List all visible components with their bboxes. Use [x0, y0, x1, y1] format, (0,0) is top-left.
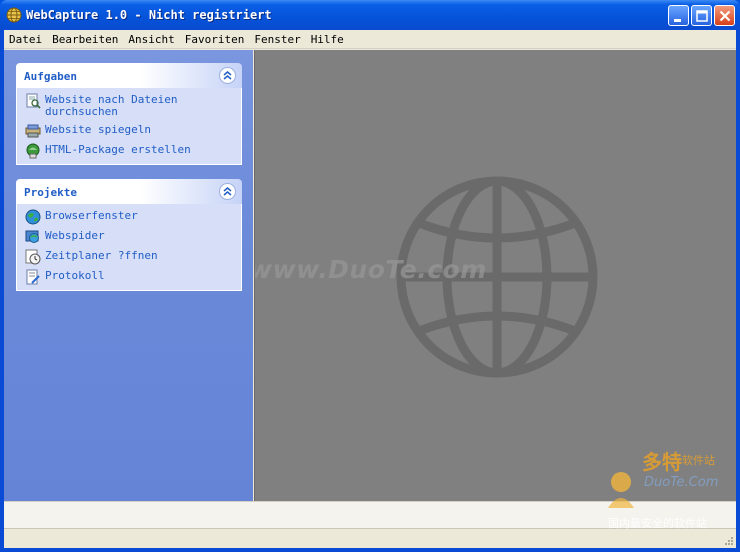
collapse-chevron-icon[interactable] [219, 183, 236, 200]
logo-name-en: DuoTe.Com [644, 475, 719, 490]
close-button[interactable] [714, 5, 735, 26]
logo-name-cn: 多特 [642, 450, 682, 474]
project-label: Webspider [45, 229, 105, 242]
logo-sub-cn: 软件站 [682, 454, 715, 467]
globe-app-icon [6, 7, 22, 23]
projects-panel-body: Browserfenster Webspider Zeitplaner ?ffn… [16, 204, 242, 291]
project-browserfenster[interactable]: Browserfenster [25, 209, 235, 225]
menu-datei[interactable]: Datei [4, 30, 47, 49]
tasks-panel-header[interactable]: Aufgaben [16, 63, 242, 88]
tasks-panel-body: Website nach Dateien durchsuchen Website… [16, 88, 242, 165]
menu-hilfe[interactable]: Hilfe [306, 30, 349, 49]
search-document-icon [26, 93, 41, 109]
task-label: Website nach Dateien durchsuchen [45, 93, 178, 118]
projects-panel-header[interactable]: Projekte [16, 179, 242, 204]
collapse-chevron-icon[interactable] [219, 67, 236, 84]
projects-panel-title: Projekte [24, 186, 77, 199]
title-bar[interactable]: WebCapture 1.0 - Nicht registriert [0, 0, 740, 30]
main-content-area[interactable]: www.DuoTe.com [254, 50, 736, 501]
project-label: Browserfenster [45, 209, 138, 222]
menu-favoriten[interactable]: Favoriten [180, 30, 250, 49]
minimize-button[interactable] [668, 5, 689, 26]
corner-watermark-logo: 多特 软件站 DuoTe.Com 国内最安全的软件站 [600, 440, 740, 532]
mirror-icon [25, 124, 41, 138]
project-protokoll[interactable]: Protokoll [25, 269, 235, 285]
log-icon [26, 269, 40, 285]
task-website-durchsuchen[interactable]: Website nach Dateien durchsuchen [25, 93, 235, 118]
task-sidebar: Aufgaben Website nach Dateien durchsuche… [4, 50, 253, 501]
maximize-button[interactable] [691, 5, 712, 26]
maximize-icon [696, 10, 708, 22]
project-zeitplaner[interactable]: Zeitplaner ?ffnen [25, 249, 235, 265]
clock-icon [25, 249, 41, 265]
task-label: Website spiegeln [45, 123, 151, 136]
globe-icon [25, 209, 41, 225]
window-title: WebCapture 1.0 - Nicht registriert [26, 8, 272, 22]
menu-ansicht[interactable]: Ansicht [123, 30, 179, 49]
tasks-panel-title: Aufgaben [24, 70, 77, 83]
package-icon [26, 143, 40, 159]
project-label: Zeitplaner ?ffnen [45, 249, 158, 262]
task-label: HTML-Package erstellen [45, 143, 191, 156]
project-label: Protokoll [45, 269, 105, 282]
task-website-spiegeln[interactable]: Website spiegeln [25, 124, 235, 138]
resize-grip-icon[interactable] [722, 534, 734, 546]
logo-tagline: 国内最安全的软件站 [608, 517, 707, 530]
app-window: WebCapture 1.0 - Nicht registriert Datei… [0, 0, 740, 552]
spider-icon [25, 230, 39, 243]
task-html-package[interactable]: HTML-Package erstellen [25, 143, 235, 159]
minimize-icon [674, 19, 681, 22]
projects-panel: Projekte Browserfenster Webspider Zeitpl… [16, 179, 242, 291]
menu-bearbeiten[interactable]: Bearbeiten [47, 30, 123, 49]
menu-fenster[interactable]: Fenster [249, 30, 305, 49]
project-webspider[interactable]: Webspider [25, 230, 235, 244]
menu-bar: Datei Bearbeiten Ansicht Favoriten Fenst… [4, 30, 736, 49]
close-icon [719, 10, 731, 22]
mascot-icon [608, 472, 634, 508]
tasks-panel: Aufgaben Website nach Dateien durchsuche… [16, 63, 242, 165]
watermark-text: www.DuoTe.com [254, 255, 487, 284]
